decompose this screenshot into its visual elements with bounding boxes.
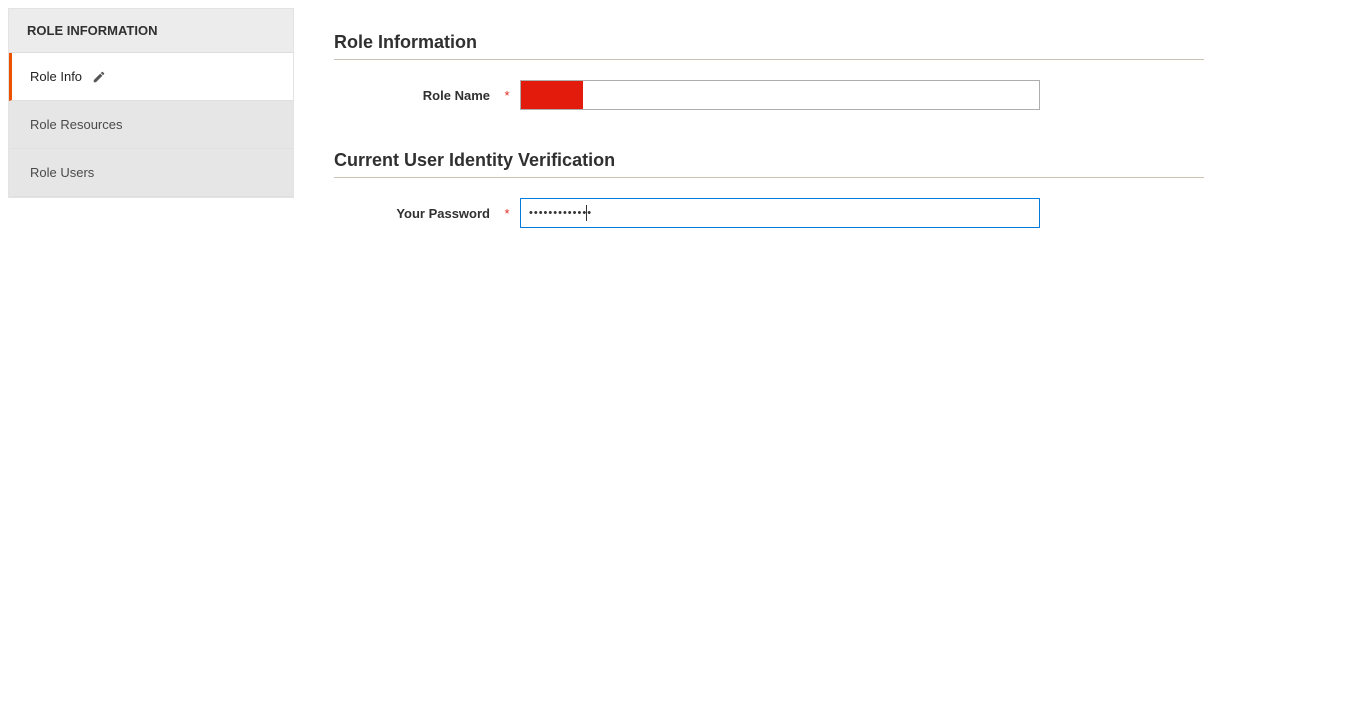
required-mark: *	[502, 88, 512, 103]
form-row-your-password: Your Password * •••••••••••••	[334, 198, 1204, 228]
tab-label: Role Resources	[30, 117, 123, 132]
tab-role-info[interactable]: Role Info	[9, 53, 293, 101]
required-mark: *	[502, 206, 512, 221]
tab-label: Role Users	[30, 165, 94, 180]
main-content: Role Information Role Name * Current Use…	[294, 8, 1346, 292]
tab-role-users[interactable]: Role Users	[9, 149, 293, 197]
text-highlight	[521, 81, 583, 109]
section-identity-verification: Current User Identity Verification Your …	[334, 150, 1306, 228]
sidebar: ROLE INFORMATION Role Info Role Resource…	[8, 8, 294, 198]
section-role-information: Role Information Role Name *	[334, 32, 1306, 110]
label-role-name: Role Name	[334, 88, 498, 103]
text-caret-icon	[586, 205, 587, 221]
tab-role-resources[interactable]: Role Resources	[9, 101, 293, 149]
tab-label: Role Info	[30, 69, 82, 84]
section-divider	[334, 177, 1204, 178]
pencil-icon	[92, 70, 106, 84]
sidebar-tabs: Role Info Role Resources Role Users	[9, 53, 293, 197]
input-role-name[interactable]	[520, 80, 1040, 110]
section-title-role-information: Role Information	[334, 32, 1306, 53]
section-title-identity-verification: Current User Identity Verification	[334, 150, 1306, 171]
label-your-password: Your Password	[334, 206, 498, 221]
input-your-password[interactable]: •••••••••••••	[520, 198, 1040, 228]
form-row-role-name: Role Name *	[334, 80, 1204, 110]
section-divider	[334, 59, 1204, 60]
password-value: •••••••••••••	[529, 207, 592, 219]
sidebar-title: ROLE INFORMATION	[9, 9, 293, 53]
